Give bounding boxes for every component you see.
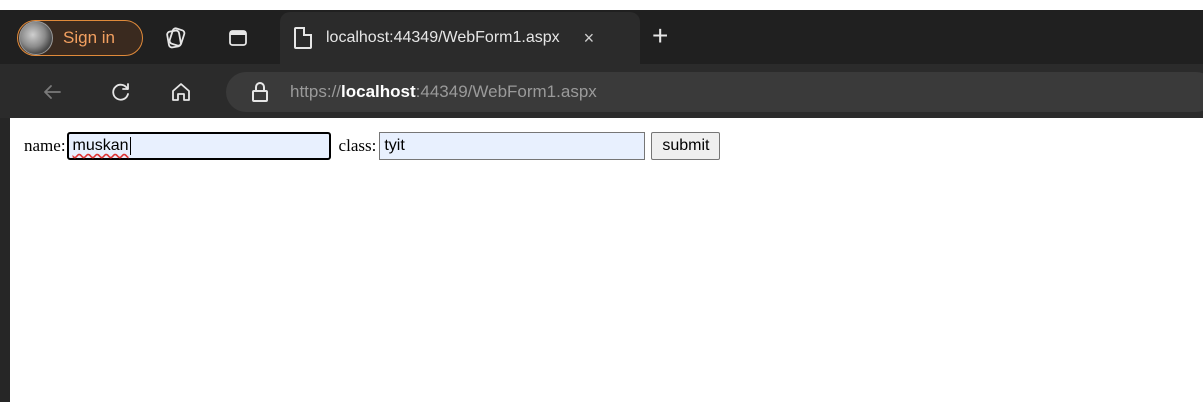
reload-icon[interactable] — [103, 74, 139, 110]
workspaces-icon[interactable] — [158, 20, 194, 56]
submit-button[interactable]: submit — [651, 132, 721, 160]
address-bar[interactable]: https://localhost:44349/WebForm1.aspx — [226, 72, 1203, 112]
avatar — [19, 21, 53, 55]
name-label: name: — [24, 136, 66, 155]
tab-webform1[interactable]: localhost:44349/WebForm1.aspx × — [280, 12, 640, 64]
text-caret — [129, 137, 131, 155]
url-text: https://localhost:44349/WebForm1.aspx — [290, 82, 597, 102]
class-input-value: tyit — [384, 137, 405, 154]
class-input[interactable]: tyit — [379, 132, 646, 160]
profile-signin-button[interactable]: Sign in — [17, 20, 143, 56]
name-input[interactable]: muskan — [66, 132, 331, 160]
url-path: :44349/WebForm1.aspx — [415, 82, 597, 101]
class-label: class: — [338, 136, 377, 155]
tab-title: localhost:44349/WebForm1.aspx — [326, 29, 560, 46]
page-content — [0, 118, 1203, 402]
close-icon[interactable]: × — [584, 28, 595, 49]
tab-actions-icon[interactable] — [220, 20, 256, 56]
url-host: localhost — [341, 82, 416, 101]
lock-icon[interactable] — [252, 82, 268, 102]
home-icon[interactable] — [163, 74, 199, 110]
new-tab-button[interactable]: + — [652, 20, 668, 52]
web-form: name: muskan class: tyit submit — [24, 132, 721, 160]
name-input-value: muskan — [72, 137, 129, 154]
page-icon — [294, 27, 312, 49]
signin-label: Sign in — [63, 28, 115, 47]
back-arrow-icon[interactable] — [34, 74, 70, 110]
window-top-edge — [0, 0, 1203, 10]
url-scheme: https:// — [290, 82, 342, 101]
